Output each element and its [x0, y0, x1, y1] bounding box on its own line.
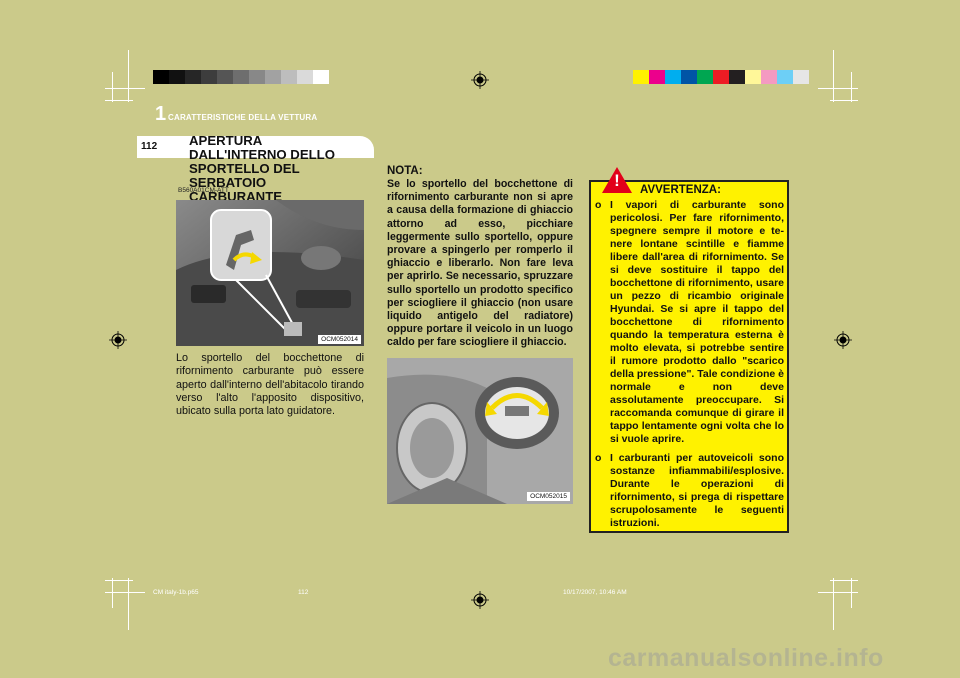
crop-mark: [833, 50, 834, 102]
registration-target-icon: [109, 331, 127, 349]
fuel-cap-photo: OCM052015: [387, 358, 573, 504]
crop-mark: [818, 592, 858, 593]
footer-file: CM italy-1b.p65: [153, 589, 199, 596]
warning-item-text: I vapori di carburante sono pericolosi. …: [610, 199, 784, 445]
section-body-text: Lo sportello del bocchettone di rifornim…: [176, 352, 364, 418]
crop-mark: [833, 578, 834, 630]
crop-mark: [128, 50, 129, 102]
watermark: carmanualsonline.info: [608, 644, 884, 672]
crop-mark: [112, 72, 113, 102]
warning-title: AVVERTENZA:: [640, 184, 721, 196]
footer-datetime: 10/17/2007, 10:46 AM: [563, 589, 627, 596]
crop-mark: [105, 88, 145, 89]
warning-item: o I vapori di carburante sono pericolosi…: [595, 199, 784, 446]
crop-mark: [128, 578, 129, 630]
crop-mark: [830, 100, 858, 101]
fuel-door-lever-photo: OCM052014: [176, 200, 364, 346]
crop-mark: [830, 580, 858, 581]
crop-mark: [105, 580, 133, 581]
crop-mark: [105, 100, 133, 101]
footer-page: 112: [298, 589, 309, 596]
registration-target-icon: [471, 71, 489, 89]
manual-page: { "header": { "chapter_number": "1", "ch…: [0, 0, 960, 678]
note-text: Se lo sportello del bocchettone di rifor…: [387, 178, 573, 349]
warning-bullet: o: [595, 199, 602, 211]
warning-exclamation: !: [614, 171, 620, 190]
crop-mark: [851, 72, 852, 102]
chapter-number: 1: [155, 103, 167, 125]
crop-mark: [818, 88, 858, 89]
registration-target-icon: [834, 331, 852, 349]
crop-mark: [112, 578, 113, 608]
page-number: 112: [141, 141, 158, 152]
chapter-title: CARATTERISTICHE DELLA VETTURA: [168, 113, 318, 122]
warning-item: o I carburanti per autoveicoli sono sost…: [595, 452, 784, 530]
section-code: B560A01CM-ATT: [178, 187, 229, 194]
photo-caption: OCM052015: [527, 492, 570, 501]
note-title: NOTA:: [387, 165, 423, 177]
crop-mark: [105, 592, 145, 593]
warning-item-text: I carburanti per autoveicoli sono sostan…: [610, 452, 784, 529]
photo-caption: OCM052014: [318, 335, 361, 344]
registration-target-icon: [471, 591, 489, 609]
crop-mark: [851, 578, 852, 608]
warning-triangle-icon: !: [601, 166, 633, 194]
warning-bullet: o: [595, 452, 602, 464]
